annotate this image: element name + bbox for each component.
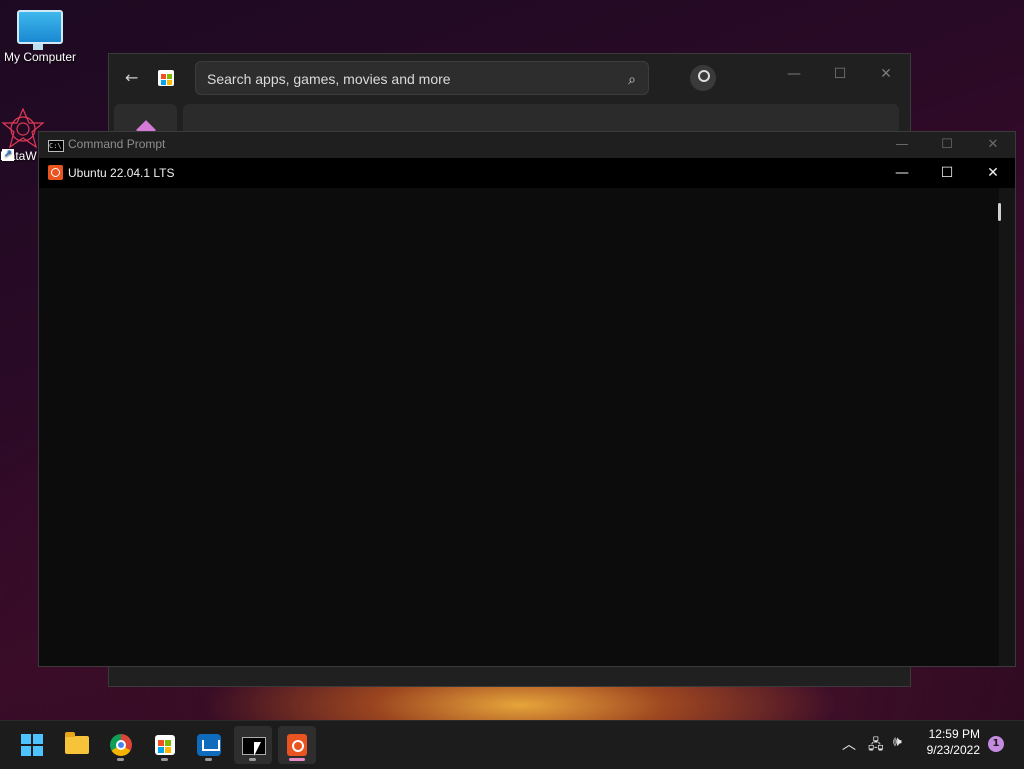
taskbar-ubuntu[interactable] bbox=[278, 726, 316, 764]
clock-date: 9/23/2022 bbox=[926, 743, 980, 757]
maximize-button[interactable]: ☐ bbox=[825, 62, 855, 86]
ubuntu-icon bbox=[287, 734, 307, 756]
terminal-area[interactable] bbox=[39, 188, 1015, 666]
window-title: Ubuntu 22.04.1 LTS bbox=[68, 166, 175, 180]
close-button[interactable]: ✕ bbox=[978, 163, 1008, 183]
computer-icon bbox=[17, 10, 63, 50]
search-placeholder: Search apps, games, movies and more bbox=[207, 71, 451, 87]
start-button[interactable] bbox=[13, 726, 51, 764]
shortcut-arrow-icon: ↗ bbox=[2, 149, 14, 161]
close-button[interactable]: ✕ bbox=[871, 62, 901, 86]
system-clock[interactable]: 12:59 PM 9/23/2022 bbox=[927, 726, 980, 758]
minimize-button[interactable]: — bbox=[779, 62, 809, 86]
desktop-icon-label: My Computer bbox=[3, 50, 77, 64]
volume-icon[interactable]: 🕪 bbox=[893, 734, 902, 750]
ubuntu-icon bbox=[48, 165, 63, 180]
taskbar-chrome[interactable] bbox=[102, 726, 140, 764]
close-button[interactable]: ✕ bbox=[978, 135, 1008, 155]
search-icon[interactable]: ⌕ bbox=[628, 62, 636, 96]
mail-icon bbox=[197, 734, 221, 756]
microsoft-store-icon bbox=[155, 735, 175, 755]
running-indicator bbox=[161, 758, 168, 761]
back-arrow-icon[interactable]: ← bbox=[125, 68, 141, 87]
show-hidden-icons-chevron-icon[interactable]: ︿ bbox=[842, 734, 856, 754]
minimize-button[interactable]: — bbox=[887, 163, 917, 183]
command-prompt-icon: C:\ bbox=[48, 140, 64, 152]
taskbar-file-explorer[interactable] bbox=[58, 726, 96, 764]
window-title: Command Prompt bbox=[68, 137, 166, 151]
taskbar-microsoft-store[interactable] bbox=[146, 726, 184, 764]
maximize-button[interactable]: ☐ bbox=[932, 163, 962, 183]
taskbar-command-prompt[interactable] bbox=[234, 726, 272, 764]
maximize-button[interactable]: ☐ bbox=[932, 135, 962, 155]
network-icon[interactable]: 🖧 bbox=[868, 734, 884, 758]
notification-badge[interactable]: 1 bbox=[988, 736, 1004, 752]
account-icon[interactable] bbox=[690, 65, 716, 91]
clock-time: 12:59 PM bbox=[928, 727, 980, 741]
desktop-icon-my-computer[interactable]: My Computer bbox=[2, 10, 78, 64]
search-input[interactable]: Search apps, games, movies and more ⌕ bbox=[195, 61, 649, 95]
chrome-icon bbox=[110, 734, 132, 756]
command-prompt-window: C:\ Command Prompt — ☐ ✕ Ubuntu 22.04.1 … bbox=[38, 131, 1016, 667]
windows-logo-icon bbox=[21, 734, 43, 756]
running-indicator bbox=[117, 758, 124, 761]
ubuntu-titlebar[interactable]: Ubuntu 22.04.1 LTS — ☐ ✕ bbox=[39, 158, 1015, 188]
command-prompt-titlebar[interactable]: C:\ Command Prompt — ☐ ✕ bbox=[39, 132, 1015, 158]
active-indicator bbox=[289, 758, 305, 761]
minimize-button[interactable]: — bbox=[887, 135, 917, 155]
store-logo-icon bbox=[158, 70, 174, 86]
scrollbar-track[interactable] bbox=[999, 188, 1015, 666]
taskbar: ︿ 🖧 🕪 bbox=[0, 720, 1024, 769]
taskbar-mail[interactable] bbox=[190, 726, 228, 764]
folder-icon bbox=[65, 732, 89, 754]
running-indicator bbox=[205, 758, 212, 761]
mouse-cursor-icon bbox=[254, 742, 261, 756]
running-indicator bbox=[249, 758, 256, 761]
scrollbar-thumb[interactable] bbox=[998, 203, 1001, 221]
